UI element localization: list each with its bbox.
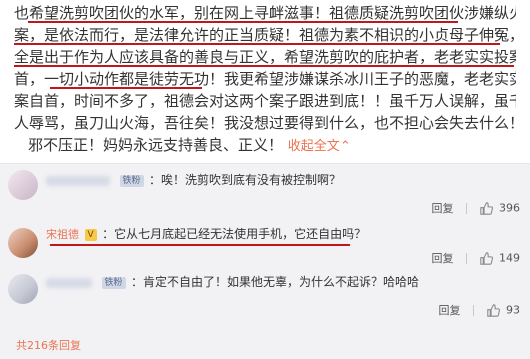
- post-line-5: 案自首，时间不多了，祖德会对这两个案子跟进到底！！虽千万人误解，虽千万: [14, 92, 516, 110]
- comment-item: 铁粉 ：唉！洗剪吹到底有没有被控制啊？ 回复 396: [0, 164, 530, 222]
- post-line-6: 人辱骂，虽刀山火海，吾往矣！我没想过要得到什么，也不担心会失去什么！: [14, 114, 516, 132]
- thumbs-up-icon[interactable]: [479, 251, 493, 265]
- comment-actions: 回复 396: [432, 200, 521, 216]
- like-count: 396: [499, 201, 520, 215]
- more-replies-link[interactable]: 共216条回复: [16, 337, 81, 353]
- weibo-post: 也希望洗剪吹团伙的水军，别在网上寻衅滋事！祖德质疑洗剪吹团伙涉嫌纵火 案，是依法…: [0, 0, 530, 163]
- chevron-up-icon: ⌃: [339, 139, 351, 154]
- post-text-line: 案，是依法而行，是法律允许的正当质疑！祖德为素不相识的小贞母子伸冤，完: [14, 24, 516, 46]
- username-link[interactable]: 宋祖德: [46, 228, 79, 241]
- like-count: 149: [499, 251, 520, 265]
- post-line-3: 全是出于作为人应该具备的善良与正义，希望洗剪吹的庇护者，老老实实投案自: [14, 48, 516, 66]
- comment-text: ：唉！洗剪吹到底有没有被控制啊？: [149, 173, 342, 187]
- red-underline: [14, 43, 500, 45]
- post-text-line: 首，一切小动作都是徒劳无功！我更希望涉嫌谋杀冰川王子的恶魔，老老实实投: [14, 68, 516, 90]
- post-text-line: 全是出于作为人应该具备的善良与正义，希望洗剪吹的庇护者，老老实实投案自: [14, 46, 516, 68]
- post-line-4: 首，一切小动作都是徒劳无功！我更希望涉嫌谋杀冰川王子的恶魔，老老实实投: [14, 70, 516, 88]
- thumbs-up-icon[interactable]: [479, 201, 493, 215]
- blurred-username[interactable]: [46, 176, 110, 186]
- verified-badge-icon: V: [84, 229, 97, 241]
- fan-badge: 铁粉: [119, 175, 144, 187]
- like-count: 93: [506, 303, 520, 317]
- comment-line: 铁粉 ：肯定不自由了！如果他无辜，为什么不起诉？哈哈哈: [46, 274, 419, 291]
- post-text-line: 邪不压正！妈妈永远支持善良、正义！ 收起全文⌃: [14, 134, 516, 158]
- red-underline: [50, 244, 350, 246]
- comment-line: 铁粉 ：唉！洗剪吹到底有没有被控制啊？: [46, 172, 341, 189]
- comment-actions: 回复 93: [439, 302, 521, 318]
- divider: [466, 252, 467, 264]
- post-line-2: 案，是依法而行，是法律允许的正当质疑！祖德为素不相识的小贞母子伸冤，完: [14, 26, 516, 44]
- red-underline: [50, 87, 202, 89]
- avatar[interactable]: [8, 228, 38, 258]
- comment-text: ：它从七月底起已经无法使用手机，它还自由吗？: [102, 227, 367, 241]
- post-text-line: 案自首，时间不多了，祖德会对这两个案子跟进到底！！虽千万人误解，虽千万: [14, 90, 516, 112]
- red-underline: [28, 21, 458, 23]
- collapse-label: 收起全文: [287, 139, 340, 154]
- reply-button[interactable]: 回复: [439, 304, 461, 317]
- fan-badge: 铁粉: [101, 277, 126, 289]
- post-line-7: 邪不压正！妈妈永远支持善良、正义！: [28, 136, 284, 154]
- blurred-username[interactable]: [46, 278, 92, 288]
- thumbs-up-icon[interactable]: [486, 303, 500, 317]
- comment-line: 宋祖德 V ：它从七月底起已经无法使用手机，它还自由吗？: [46, 226, 366, 243]
- post-text-line: 人辱骂，虽刀山火海，吾往矣！我没想过要得到什么，也不担心会失去什么！: [14, 112, 516, 134]
- comment-item: 铁粉 ：肯定不自由了！如果他无辜，为什么不起诉？哈哈哈 回复 93: [0, 268, 530, 326]
- avatar[interactable]: [8, 170, 38, 200]
- comment-list: 铁粉 ：唉！洗剪吹到底有没有被控制啊？ 回复 396 宋祖德 V ：它从七月底起…: [0, 163, 530, 359]
- red-underline: [14, 65, 514, 67]
- comment-actions: 回复 149: [432, 250, 521, 266]
- collapse-full-text-link[interactable]: 收起全文⌃: [288, 139, 351, 154]
- post-text-line: 也希望洗剪吹团伙的水军，别在网上寻衅滋事！祖德质疑洗剪吹团伙涉嫌纵火: [14, 2, 516, 24]
- avatar[interactable]: [8, 274, 38, 304]
- reply-button[interactable]: 回复: [432, 202, 454, 215]
- divider: [473, 304, 474, 316]
- divider: [466, 202, 467, 214]
- comment-text: ：肯定不自由了！如果他无辜，为什么不起诉？哈哈哈: [131, 275, 420, 289]
- post-line-1: 也希望洗剪吹团伙的水军，别在网上寻衅滋事！祖德质疑洗剪吹团伙涉嫌纵火: [14, 4, 516, 22]
- reply-button[interactable]: 回复: [432, 252, 454, 265]
